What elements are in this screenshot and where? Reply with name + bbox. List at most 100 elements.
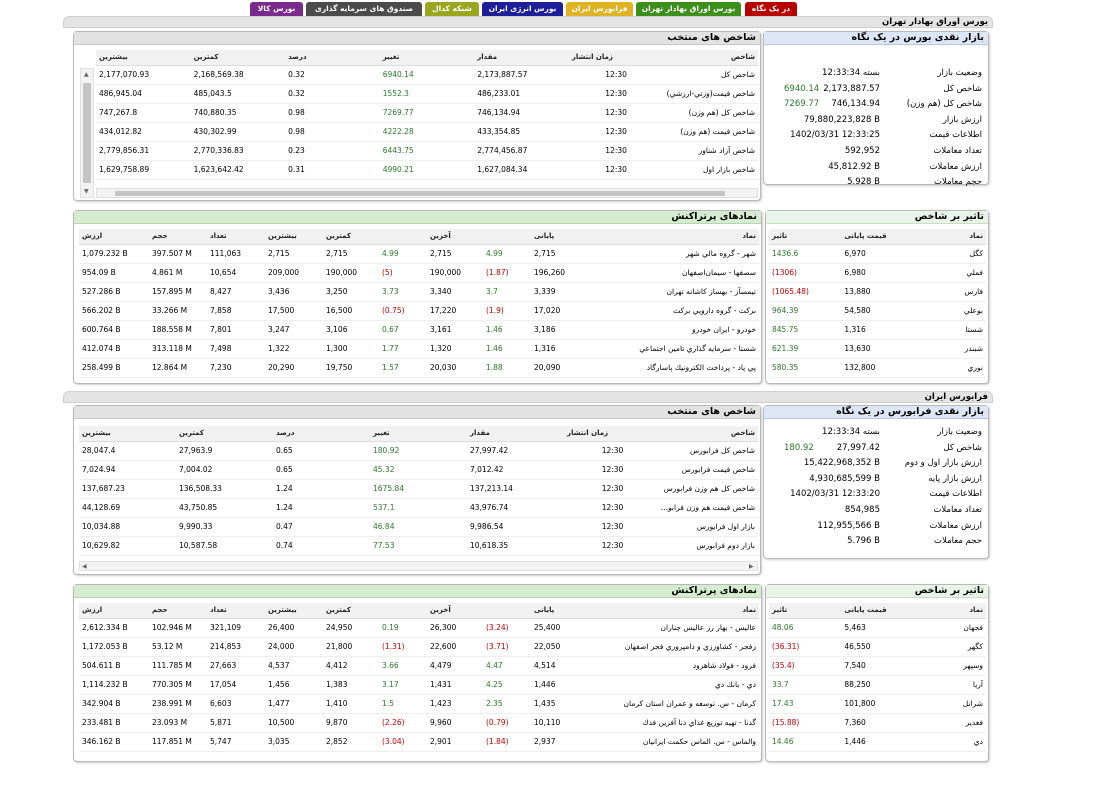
symbol-link[interactable]: عاليس - بهار رز عاليس چناران bbox=[583, 618, 759, 638]
tab-energy-exchange[interactable]: بورس انرژی ایران bbox=[482, 2, 563, 16]
symbol-link[interactable]: کگل bbox=[913, 244, 986, 264]
tab-ifb[interactable]: فرابورس ایران bbox=[566, 2, 633, 16]
col-header[interactable]: بیشترین bbox=[79, 426, 176, 442]
ifb-indices-hscroll[interactable]: ◀ ▶ bbox=[79, 561, 758, 571]
impact-row[interactable]: 964.39 54,580 بوعلي bbox=[769, 301, 986, 321]
col-header[interactable]: تغییر bbox=[379, 50, 475, 66]
impact-row[interactable]: (1065.48) 13,880 فارس bbox=[769, 282, 986, 302]
impact-row[interactable]: 1436.6 6,970 کگل bbox=[769, 244, 986, 264]
symbol-link[interactable]: دي - بانك دي bbox=[583, 675, 759, 695]
active-row[interactable]: 412.074 B 313.118 M 7,498 1,322 1,300 1.77 1,3… bbox=[79, 339, 759, 359]
index-name[interactable]: شاخص قيمت (هم وزن) bbox=[663, 122, 758, 142]
active-row[interactable]: 527.286 B 157.895 M 8,427 3,436 3,250 3.73 3,3… bbox=[79, 282, 759, 302]
symbol-link[interactable]: سصفها - سيمان‌اصفهان bbox=[583, 263, 759, 283]
index-row[interactable]: 2,779,856.31 2,770,336.83 0.23 6443.75 2,774… bbox=[96, 141, 758, 161]
symbol-link[interactable]: والماس - س. الماس حكمت ايرانيان bbox=[583, 732, 759, 752]
col-header[interactable]: حجم bbox=[149, 229, 207, 245]
symbol-link[interactable]: فملي bbox=[913, 263, 986, 283]
index-name[interactable]: شاخص قيمت هم وزن فرابو... bbox=[661, 498, 758, 518]
symbol-link[interactable]: شبندر bbox=[913, 339, 986, 359]
col-header[interactable]: درصد bbox=[285, 50, 380, 66]
active-row[interactable]: 233.481 B 23.093 M 5,871 10,500 9,870 (2.26) 9… bbox=[79, 713, 759, 733]
symbol-link[interactable]: فرود - فولاد شاهرود bbox=[583, 656, 759, 676]
col-header[interactable]: زمان انتشار bbox=[564, 426, 661, 442]
col-header[interactable] bbox=[483, 603, 531, 619]
col-header[interactable]: کمترین bbox=[323, 603, 379, 619]
active-row[interactable]: 504.611 B 111.785 M 27,663 4,537 4,412 3.66 4,… bbox=[79, 656, 759, 676]
col-header[interactable] bbox=[379, 229, 427, 245]
active-row[interactable]: 2,612.334 B 102.946 M 321,109 26,400 24,950 0… bbox=[79, 618, 759, 638]
symbol-link[interactable]: وسپهر bbox=[913, 656, 986, 676]
impact-row[interactable]: 33.7 88,250 آريا bbox=[769, 675, 986, 695]
symbol-link[interactable]: شهر - گروه مالي شهر bbox=[583, 244, 759, 264]
col-header[interactable]: کمترین bbox=[176, 426, 273, 442]
col-header[interactable]: نماد bbox=[913, 229, 986, 245]
col-header[interactable]: تاثیر bbox=[769, 229, 842, 245]
col-header[interactable]: کمترین bbox=[190, 50, 286, 66]
col-header[interactable]: بیشترین bbox=[265, 229, 323, 245]
tab-codal[interactable]: شبکه کدال bbox=[425, 2, 479, 16]
symbol-link[interactable]: گدنا - تهيه توزيع غذاي دنا آفرين فدك bbox=[583, 713, 759, 733]
symbol-link[interactable]: پي پاد - پرداخت الكترونيك پاسارگاد bbox=[583, 358, 759, 378]
index-row[interactable]: 747,267.8 740,880.35 0.98 7269.77 746,134.94… bbox=[96, 103, 758, 123]
active-row[interactable]: 1,079.232 B 397.507 M 111,063 2,715 2,715 4.9… bbox=[79, 244, 759, 264]
symbol-link[interactable]: شستا bbox=[913, 320, 986, 340]
index-row[interactable]: 10,629.82 10,587.58 0.74 77.53 10,618.35 12:3… bbox=[79, 536, 758, 556]
symbol-link[interactable]: آريا bbox=[913, 675, 986, 695]
active-row[interactable]: 566.202 B 33.266 M 7,858 17,500 16,500 (0.75)… bbox=[79, 301, 759, 321]
tab-commodity[interactable]: بورس کالا bbox=[250, 2, 303, 16]
index-name[interactable]: شاخص قیمت(وزني-ارزشي) bbox=[663, 84, 758, 104]
col-header[interactable]: زمان انتشار bbox=[568, 50, 664, 66]
scroll-up-icon[interactable]: ▲ bbox=[84, 71, 89, 78]
impact-row[interactable]: 17.43 101,800 شرانل bbox=[769, 694, 986, 714]
index-name[interactable]: شاخص كل (هم وزن) bbox=[663, 103, 758, 123]
scroll-left-icon[interactable]: ◀ bbox=[82, 563, 87, 570]
index-row[interactable]: 486,945.04 485,043.5 0.32 1552.3 486,233.01 1… bbox=[96, 84, 758, 104]
symbol-link[interactable]: خودرو - ايران‌ خودرو bbox=[583, 320, 759, 340]
col-header[interactable]: تعداد bbox=[207, 229, 265, 245]
index-row[interactable]: 44,128.69 43,750.85 1.24 537.1 43,976.74 12:3… bbox=[79, 498, 758, 518]
symbol-link[interactable]: فجهان bbox=[913, 618, 986, 638]
col-header[interactable]: نماد bbox=[913, 603, 986, 619]
index-name[interactable]: شاخص کل bbox=[663, 65, 758, 85]
index-row[interactable]: 10,034.88 9,990.33 0.47 46.84 9,986.54 12:30 ب… bbox=[79, 517, 758, 537]
col-header[interactable]: آخرین bbox=[427, 603, 483, 619]
index-row[interactable]: 7,024.94 7,004.02 0.65 45.32 7,012.42 12:30 شا… bbox=[79, 460, 758, 480]
symbol-link[interactable]: شرانل bbox=[913, 694, 986, 714]
col-header[interactable]: بیشترین bbox=[265, 603, 323, 619]
col-header[interactable]: شاخص bbox=[663, 50, 758, 66]
impact-row[interactable]: (15.88) 7,360 فغدير bbox=[769, 713, 986, 733]
index-name[interactable]: شاخص كل فرابورس bbox=[661, 441, 758, 461]
symbol-link[interactable]: كرمان - س. توسعه و عمران استان كرمان bbox=[583, 694, 759, 714]
symbol-link[interactable]: كگهر bbox=[913, 637, 986, 657]
tab-at-a-glance[interactable]: در یک نگاه bbox=[745, 2, 797, 17]
impact-row[interactable]: (1306) 6,980 فملي bbox=[769, 263, 986, 283]
impact-row[interactable]: 580.35 132,800 نوري bbox=[769, 358, 986, 378]
col-header[interactable]: مقدار bbox=[467, 426, 564, 442]
impact-row[interactable]: 48.06 5,463 فجهان bbox=[769, 618, 986, 638]
col-header[interactable]: ارزش bbox=[79, 603, 149, 619]
col-header[interactable]: بیشترین bbox=[96, 50, 191, 66]
active-row[interactable]: 1,114.232 B 770.305 M 17,054 1,456 1,383 3.17… bbox=[79, 675, 759, 695]
symbol-link[interactable]: تيمسآز - بهساز كاشانه تهران bbox=[583, 282, 759, 302]
col-header[interactable]: کمترین bbox=[323, 229, 379, 245]
impact-row[interactable]: (35.4) 7,540 وسپهر bbox=[769, 656, 986, 676]
index-row[interactable]: 137,687.23 136,508.33 1.24 1675.84 137,213.1… bbox=[79, 479, 758, 499]
active-row[interactable]: 600.764 B 188.558 M 7,801 3,247 3,106 0.67 3,1… bbox=[79, 320, 759, 340]
symbol-link[interactable]: دي bbox=[913, 732, 986, 752]
impact-row[interactable]: 621.39 13,630 شبندر bbox=[769, 339, 986, 359]
impact-row[interactable]: 14.46 1,446 دي bbox=[769, 732, 986, 752]
tse-indices-hscroll[interactable] bbox=[96, 188, 758, 198]
col-header[interactable]: پایانی bbox=[531, 603, 583, 619]
col-header[interactable] bbox=[379, 603, 427, 619]
col-header[interactable]: قیمت پایانی bbox=[841, 229, 914, 245]
index-name[interactable]: شاخص كل هم وزن فرابورس bbox=[661, 479, 758, 499]
col-header[interactable]: قیمت پایانی bbox=[841, 603, 914, 619]
index-row[interactable]: 434,012.82 430,302.99 0.98 4222.28 433,354.8… bbox=[96, 122, 758, 142]
index-name[interactable]: بازار دوم فرابورس bbox=[661, 536, 758, 556]
scroll-right-icon[interactable]: ▶ bbox=[749, 563, 754, 570]
index-name[interactable]: شاخص قيمت فرابورس bbox=[661, 460, 758, 480]
tse-indices-vscroll[interactable]: ▲ ▼ bbox=[80, 68, 94, 198]
index-row[interactable]: 28,047.4 27,963.9 0.65 180.92 27,997.42 12:30… bbox=[79, 441, 758, 461]
col-header[interactable]: نماد bbox=[583, 229, 759, 245]
